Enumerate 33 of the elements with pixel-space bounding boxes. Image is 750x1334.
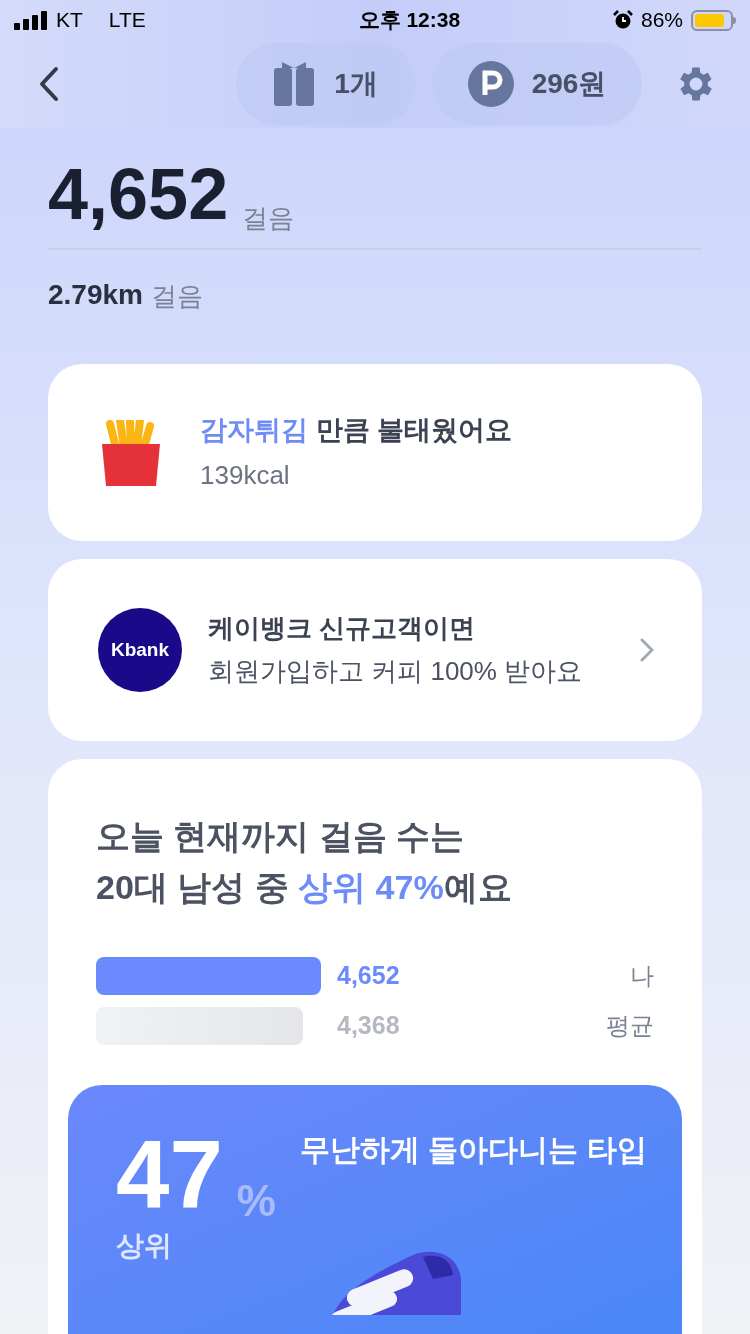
bar-value: 4,652 [337, 960, 400, 992]
points-button[interactable]: 296원 [432, 43, 642, 125]
promo-title: 케이뱅크 신규고객이면 [208, 612, 477, 645]
type-title: 무난하게 돌아다니는 타입 [299, 1132, 647, 1168]
percent-label: 상위 [116, 1229, 173, 1263]
carrier-text: KT [56, 7, 83, 34]
french-fries-icon [102, 419, 160, 486]
ranking-headline: 오늘 현재까지 걸음 수는 20대 남성 중 상위 47%예요 [96, 816, 513, 908]
bar-label: 나 [630, 961, 654, 991]
step-unit: 걸음 [242, 202, 295, 235]
distance-value: 2.79km [48, 278, 143, 312]
signal-icon [14, 10, 48, 30]
gift-count-button[interactable]: 1개 [236, 43, 416, 125]
bar-label: 평균 [606, 1011, 654, 1041]
calorie-value: 139kcal [200, 459, 291, 493]
network-text: LTE [108, 7, 146, 34]
promo-subtitle: 회원가입하고 커피 100% 받아요 [208, 655, 584, 688]
calorie-title: 감자튀김 만큼 불태웠어요 [200, 413, 512, 447]
gift-icon [274, 62, 315, 106]
points-icon [467, 61, 514, 107]
battery-percent: 86% [640, 7, 683, 34]
back-icon [37, 66, 59, 102]
step-count: 4,652 [48, 158, 229, 230]
chevron-right-icon [640, 638, 654, 662]
alarm-icon [612, 10, 633, 30]
time-text: 오후 12:38 [358, 7, 461, 34]
battery-icon [691, 9, 736, 31]
percent-value: 47 [116, 1127, 223, 1223]
bar-value: 4,368 [337, 1010, 400, 1042]
kbank-logo: Kbank [98, 608, 182, 692]
percent-sign: % [236, 1179, 276, 1223]
distance-unit: 걸음 [150, 280, 203, 313]
kbank-promo-card[interactable]: Kbank 케이뱅크 신규고객이면 회원가입하고 커피 100% 받아요 [48, 559, 702, 741]
